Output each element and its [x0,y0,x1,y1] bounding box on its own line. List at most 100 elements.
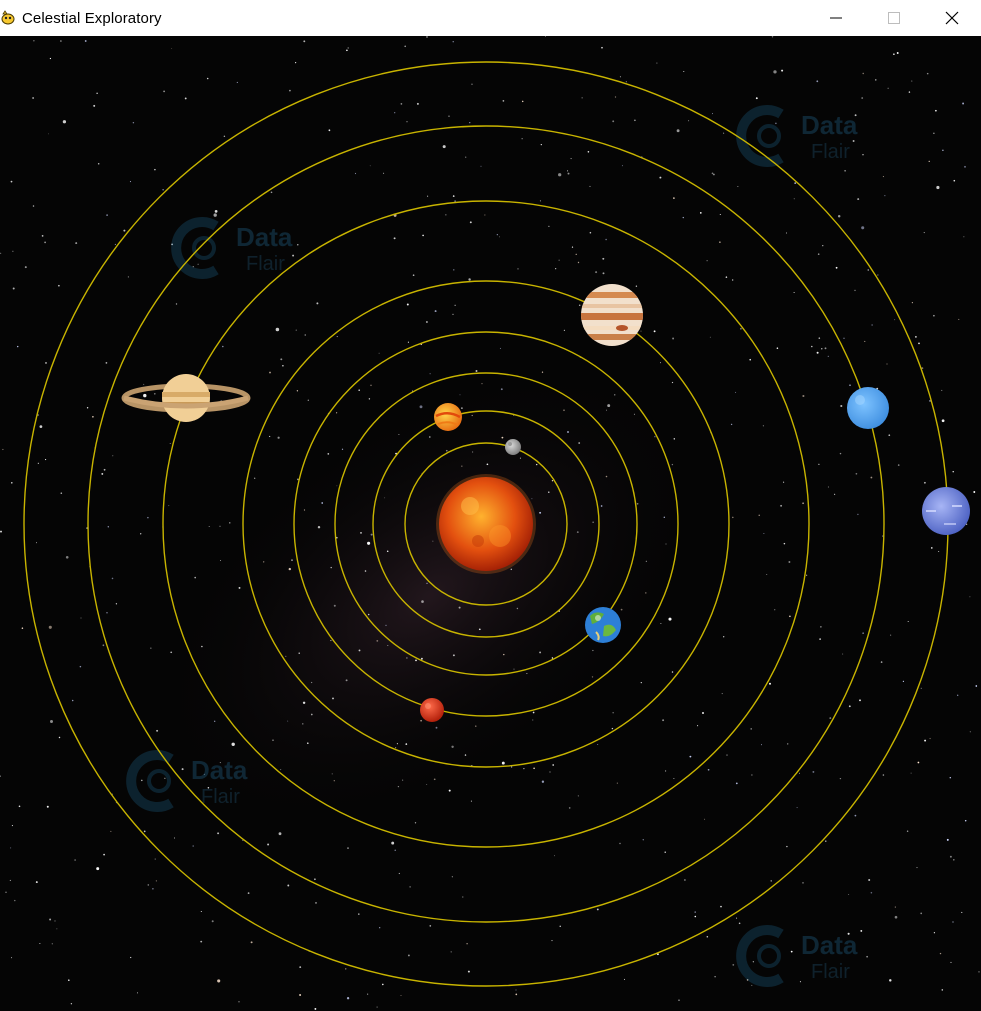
star [665,543,667,545]
star [152,888,154,890]
star [147,884,150,886]
star [957,694,959,696]
star [345,968,347,970]
star [201,645,203,648]
star [825,840,827,842]
star [929,737,931,740]
star [510,766,513,768]
star [48,625,52,629]
star [907,620,909,623]
star [978,971,980,973]
star [558,259,560,261]
star [384,497,386,499]
star [21,627,24,629]
star [633,413,635,415]
star [802,882,804,884]
star [866,955,868,958]
star [570,158,572,160]
star [786,845,788,848]
star [277,436,280,439]
star [302,723,304,725]
star [605,475,608,478]
star [0,530,2,533]
star [302,701,306,705]
star [941,419,945,423]
star [839,452,842,455]
star [587,151,590,153]
star [844,169,846,172]
star [575,253,577,255]
star [376,1006,378,1008]
star [12,287,15,290]
mars[interactable] [420,698,444,722]
minimize-button[interactable] [807,0,865,36]
star [614,96,617,98]
star [156,729,159,732]
star [911,80,913,82]
star [394,112,396,114]
title-bar[interactable]: Celestial Exploratory [0,0,981,36]
star [917,761,920,764]
star [563,409,565,412]
star [707,768,710,771]
star [217,832,220,835]
sun[interactable] [436,474,536,574]
star [694,911,696,913]
star [35,881,38,884]
star [93,104,96,107]
solar-system-canvas[interactable]: Data Flair Data Flair Data Flair Data Flair [0,36,981,1011]
maximize-button[interactable] [865,0,923,36]
star [935,109,937,112]
star [502,100,505,102]
earth[interactable] [585,607,621,643]
star [426,36,428,38]
mercury[interactable] [505,439,521,455]
star [886,363,888,365]
star [468,278,471,281]
close-button[interactable] [923,0,981,36]
star [394,849,396,851]
star [467,970,470,973]
star [820,626,822,628]
neptune[interactable] [922,487,970,535]
star [789,615,791,618]
star [938,551,940,552]
watermark-text: Data [801,930,858,960]
star [62,120,67,124]
star [662,719,665,722]
star [551,940,553,942]
star [141,779,143,782]
star [162,189,164,191]
star [689,755,692,758]
star [805,574,808,576]
star [776,347,779,349]
star [840,404,843,408]
star [671,463,674,466]
star [107,526,109,528]
star [552,764,555,766]
star [208,525,210,528]
star [515,993,518,996]
star [706,936,709,938]
star [941,389,943,391]
star [11,957,13,959]
star [289,89,291,92]
star [367,613,370,616]
star [181,768,184,771]
star [481,383,483,385]
star [97,162,100,165]
star [132,121,135,124]
venus[interactable] [434,403,462,431]
star [926,72,929,75]
watermark-text: Flair [811,141,850,163]
star [950,961,952,963]
star [551,657,554,659]
star [11,482,13,484]
star [752,961,754,963]
watermark-text: Data [801,110,858,140]
uranus[interactable] [847,387,889,429]
star [426,582,428,584]
star [347,47,349,49]
star [316,302,319,305]
star [405,743,408,745]
